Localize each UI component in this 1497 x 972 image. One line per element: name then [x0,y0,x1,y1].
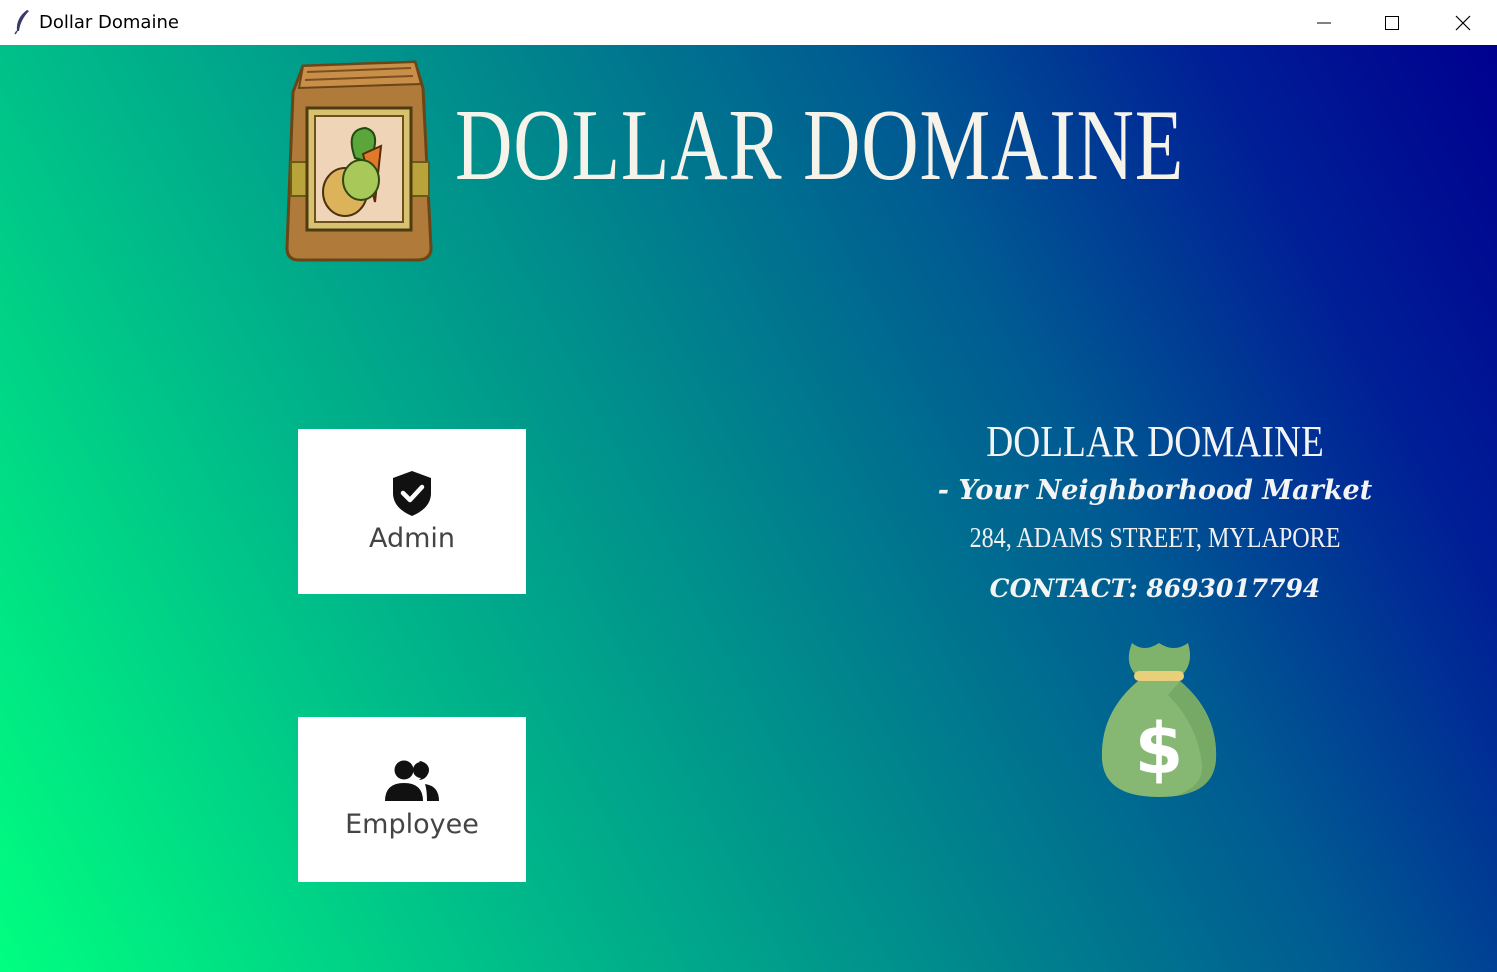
users-icon [385,760,439,801]
maximize-button[interactable] [1357,0,1427,45]
money-bag-icon: $ [1101,643,1217,797]
svg-text:$: $ [1135,708,1184,790]
store-contact: CONTACT: 8693017794 [989,574,1321,603]
window-titlebar: Dollar Domaine [0,0,1497,45]
store-name: DOLLAR DOMAINE [986,417,1324,466]
grocery-bag-icon [285,60,433,262]
minimize-button[interactable] [1289,0,1359,45]
admin-label: Admin [368,523,456,554]
brand-title: DOLLAR DOMAINE [455,89,1185,202]
close-button[interactable] [1428,0,1497,45]
employee-button[interactable]: Employee [298,717,526,882]
store-address: 284, ADAMS STREET, MYLAPORE [969,523,1341,554]
close-icon [1455,15,1471,30]
main-canvas: DOLLAR DOMAINE Admin Employee DOLLAR DOM… [0,45,1497,972]
store-info: DOLLAR DOMAINE - Your Neighborhood Marke… [930,417,1380,609]
store-tagline: - Your Neighborhood Market [937,475,1373,506]
minimize-icon [1317,22,1331,23]
feather-icon [14,10,29,35]
admin-button[interactable]: Admin [298,429,526,594]
maximize-icon [1385,15,1399,30]
window-title: Dollar Domaine [39,12,179,33]
employee-label: Employee [345,809,479,840]
shield-check-icon [393,471,431,516]
